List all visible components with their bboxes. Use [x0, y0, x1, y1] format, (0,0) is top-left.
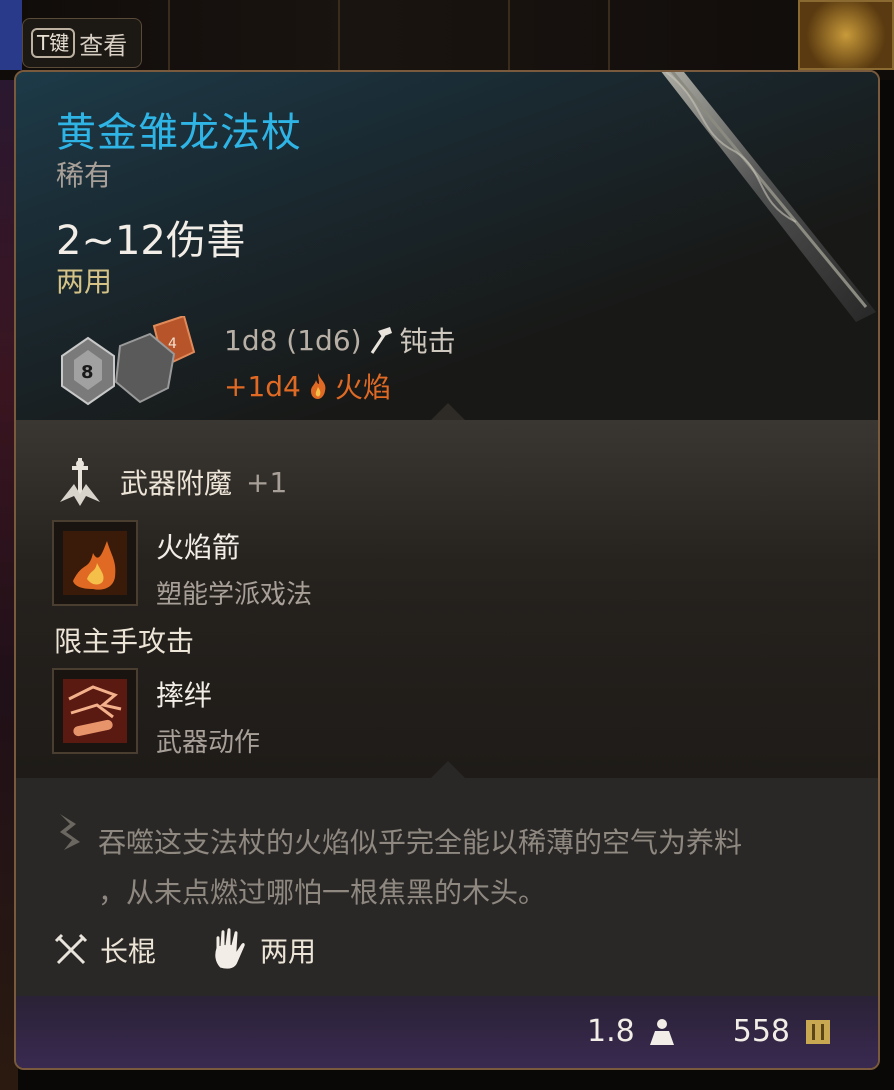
enchantment-icon	[60, 458, 100, 506]
inventory-slot-divider	[338, 0, 340, 80]
spell-school: 塑能学派戏法	[156, 580, 313, 610]
spell-fire-bolt[interactable]: 火焰箭 塑能学派戏法	[52, 520, 312, 611]
inventory-slot-item[interactable]	[0, 0, 22, 70]
property-label: 两用	[260, 935, 317, 968]
action-type: 武器动作	[156, 728, 261, 758]
inventory-slot-divider	[168, 0, 170, 80]
d8-face: 8	[81, 362, 94, 383]
item-stats: 1.8 558	[587, 1014, 832, 1049]
item-value: 558	[732, 1014, 790, 1049]
topple-icon	[52, 668, 138, 754]
action-topple[interactable]: 摔绊 武器动作	[52, 668, 260, 759]
bonus-damage-type: 火焰	[334, 371, 391, 404]
enchantment-label: 武器附魔	[120, 467, 233, 500]
enchantment-bonus: +1	[246, 465, 288, 499]
item-name: 黄金雏龙法杖	[56, 110, 302, 156]
spell-name: 火焰箭	[156, 531, 241, 564]
bonus-dice: +1d4	[224, 369, 301, 403]
hand-icon	[214, 928, 246, 970]
bonus-damage-line: +1d4 火焰	[224, 366, 391, 406]
tooltip-header: 黄金雏龙法杖 稀有 2~12伤害 两用 4 8 1d8 (1d6) 钝击 +1d…	[16, 72, 878, 420]
fire-icon	[310, 373, 326, 399]
description-line: ，从未点燃过哪怕一根焦黑的木头。	[98, 876, 547, 909]
item-rarity: 稀有	[56, 159, 113, 192]
damage-range: 2~12伤害	[56, 218, 246, 264]
description-line: 吞噬这支法杖的火焰似乎完全能以稀薄的空气为养料	[98, 826, 743, 859]
inventory-slot-divider	[508, 0, 510, 80]
key-cap: T键	[31, 28, 76, 58]
gold-icon	[806, 1019, 830, 1044]
item-description: 吞噬这支法杖的火焰似乎完全能以稀薄的空气为养料 ，从未点燃过哪怕一根焦黑的木头。	[98, 818, 858, 918]
weapon-enchantment: 武器附魔 +1	[54, 456, 287, 508]
item-tooltip: 黄金雏龙法杖 稀有 2~12伤害 两用 4 8 1d8 (1d6) 钝击 +1d…	[14, 70, 880, 1070]
inventory-slot-item[interactable]	[798, 0, 894, 70]
item-stats-bar: 1.8 558	[16, 996, 878, 1068]
action-name: 摔绊	[156, 679, 213, 712]
damage-dice-line: 1d8 (1d6) 钝击	[224, 320, 456, 360]
examine-key-hint[interactable]: T键 查看	[22, 18, 143, 68]
damage-dice-icon: 4 8	[61, 316, 196, 406]
item-weight: 1.8	[587, 1014, 635, 1049]
handedness-label: 两用	[56, 265, 113, 298]
weight-icon	[649, 1018, 674, 1045]
inventory-slot-divider	[608, 0, 610, 80]
damage-type: 钝击	[399, 325, 456, 358]
quote-icon	[60, 814, 80, 850]
crossed-staves-icon	[54, 933, 88, 965]
bludgeoning-icon	[370, 327, 392, 354]
damage-dice: 1d8 (1d6)	[224, 323, 362, 357]
item-description-section: 吞噬这支法杖的火焰似乎完全能以稀薄的空气为养料 ，从未点燃过哪怕一根焦黑的木头。…	[16, 778, 878, 996]
main-hand-restriction: 限主手攻击	[54, 625, 195, 658]
key-hint-label: 查看	[79, 31, 128, 60]
fire-bolt-icon	[52, 520, 138, 606]
weapon-properties: 长棍 两用	[54, 928, 316, 972]
property-label: 长棍	[100, 935, 157, 968]
staff-illustration	[661, 72, 876, 322]
